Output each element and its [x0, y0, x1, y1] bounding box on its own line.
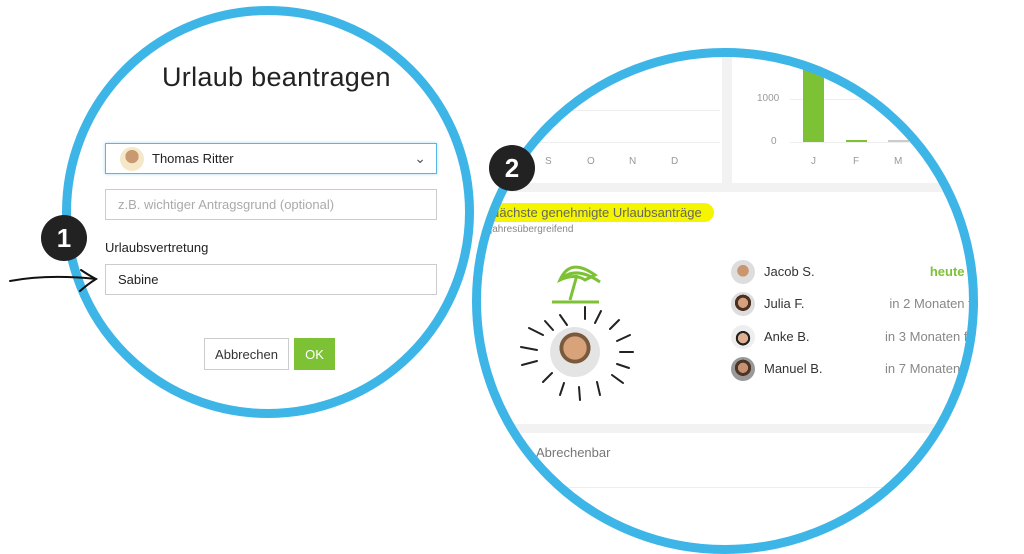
arrow-icon: [9, 269, 98, 292]
substitute-value: Sabine: [118, 272, 159, 287]
avatar: [731, 325, 755, 349]
avatar: [731, 260, 755, 284]
x-tick: D: [671, 156, 679, 167]
step-badge-2: 2: [489, 145, 535, 191]
x-tick: S: [545, 156, 552, 167]
employee-name: Jacob S.: [764, 264, 815, 279]
zoom-circle-dashboard: S O N D 1000 0 J F M Nächste genehmigte …: [472, 48, 978, 554]
employee-select[interactable]: Thomas Ritter ⌄: [105, 143, 437, 174]
section-title: Nächste genehmigte Urlaubsanträge: [486, 203, 714, 222]
vacation-when: in 2 Monaten fü: [889, 296, 978, 311]
x-tick: O: [587, 156, 595, 167]
gridline: [790, 142, 978, 143]
section-divider: [472, 424, 978, 433]
section-subtitle: jahresübergreifend: [490, 224, 574, 235]
bar-march: [888, 140, 909, 142]
zoom-circle-dialog: Urlaub beantragen Thomas Ritter ⌄ z.B. w…: [62, 6, 474, 418]
gridline: [520, 142, 720, 143]
chevron-down-icon[interactable]: ⌄: [414, 150, 426, 167]
x-tick: M: [894, 156, 903, 167]
substitute-input[interactable]: Sabine: [105, 264, 437, 295]
employee-name: Anke B.: [764, 329, 810, 344]
divider: [540, 487, 940, 488]
dialog-title: Urlaub beantragen: [162, 62, 391, 92]
reason-placeholder: z.B. wichtiger Antragsgrund (optional): [118, 197, 335, 212]
avatar: [731, 357, 755, 381]
when-text: fü: [964, 264, 978, 279]
billable-title: Abrechenbar: [536, 445, 611, 460]
avatar: [120, 146, 144, 171]
cancel-button[interactable]: Abbrechen: [204, 338, 289, 370]
bar-january: [803, 48, 824, 142]
avatar: [731, 292, 755, 316]
ok-button[interactable]: OK: [294, 338, 335, 370]
employee-name: Julia F.: [764, 296, 805, 311]
x-tick: J: [811, 156, 816, 167]
vacation-when: heute fü: [930, 264, 978, 279]
reason-input[interactable]: z.B. wichtiger Antragsgrund (optional): [105, 189, 437, 220]
card-gap: [722, 48, 732, 185]
bar-february: [846, 140, 867, 142]
section-divider: [472, 183, 978, 192]
vacation-when: in 3 Monaten für: [885, 329, 978, 344]
x-tick: F: [853, 156, 860, 167]
vacation-when: in 7 Monaten für: [885, 361, 978, 376]
employee-name: Manuel B.: [764, 361, 823, 376]
when-highlight: heute: [929, 264, 965, 279]
y-tick: 1000: [757, 93, 780, 104]
y-tick: 0: [771, 136, 777, 147]
avatar: [550, 327, 600, 377]
employee-name: Thomas Ritter: [152, 151, 234, 166]
gridline: [520, 110, 720, 111]
x-tick: N: [629, 156, 637, 167]
step-badge-1: 1: [41, 215, 87, 261]
substitute-label: Urlaubsvertretung: [105, 240, 209, 255]
